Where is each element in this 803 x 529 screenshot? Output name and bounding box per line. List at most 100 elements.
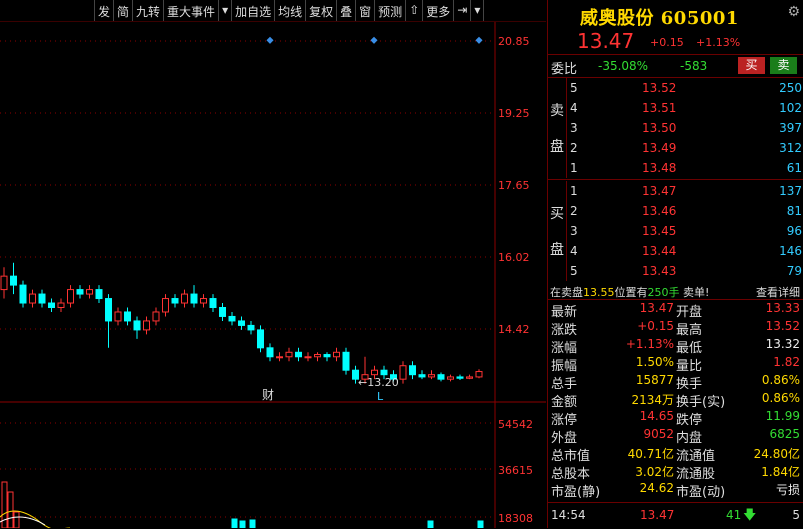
stat-value: +0.15 <box>637 319 674 333</box>
orderbook-row[interactable]: 1 13.48 61 <box>566 158 803 178</box>
note-text: 在卖盘13.55位置有250手 卖单! <box>550 284 709 300</box>
orderbook-row[interactable]: 1 13.47 137 <box>566 181 803 201</box>
volume-axis-label: 18308 <box>498 512 533 525</box>
sell-button[interactable]: 卖 <box>770 57 797 74</box>
gear-icon[interactable]: ⚙ <box>787 4 800 20</box>
candle-body <box>418 374 426 378</box>
toolbar-button-13[interactable]: ⇥ <box>454 0 472 21</box>
note-prefix: 在卖盘 <box>550 286 583 299</box>
candle-body <box>475 371 483 378</box>
candle-body <box>38 293 46 304</box>
price-axis-label: 19.25 <box>498 107 530 120</box>
volume-bar <box>477 520 484 528</box>
orderbook-volume: 79 <box>786 264 802 278</box>
candle-body <box>190 293 198 304</box>
candle-body <box>10 275 17 286</box>
candle-body <box>323 354 331 358</box>
toolbar-button-11[interactable]: ⇧ <box>406 0 424 21</box>
tick-time: 14:54 <box>551 508 586 522</box>
stats-row: 总手 15877 换手 0.86% <box>548 372 803 392</box>
stats-row: 外盘 9052 内盘 6825 <box>548 426 803 446</box>
stat-value: 0.86% <box>761 391 800 405</box>
orderbook-row[interactable]: 5 13.43 79 <box>566 261 803 281</box>
candle-body <box>371 369 378 376</box>
pan-char: 盘 <box>550 139 564 155</box>
toolbar-button-0[interactable]: 发 <box>95 0 115 21</box>
price-axis-label: 14.42 <box>498 323 530 336</box>
stats-row: 总股本 3.02亿 流通股 1.84亿 <box>548 462 803 482</box>
toolbar-button-7[interactable]: 复权 <box>306 0 338 21</box>
stat-value: 13.52 <box>765 319 800 333</box>
stats-row: 最新 13.47 开盘 13.33 <box>548 300 803 320</box>
toolbar-button-4[interactable]: ▾ <box>219 0 233 21</box>
stats-row: 市盈(静) 24.62 市盈(动) 亏损 <box>548 480 803 500</box>
toolbar-button-12[interactable]: 更多 <box>423 0 455 21</box>
price-axis-label: 16.02 <box>498 251 530 264</box>
toolbar-button-1[interactable]: 简 <box>114 0 134 21</box>
event-diamond-icon <box>370 36 378 44</box>
stats-row: 涨停 14.65 跌停 11.99 <box>548 408 803 428</box>
orderbook-volume: 250 <box>779 81 802 95</box>
orderbook-price: 13.50 <box>642 121 677 135</box>
quote-panel: 威奥股份 605001 ⚙ 13.47 +0.15 +1.13% 委比 -35.… <box>547 0 803 528</box>
toolbar-button-2[interactable]: 九转 <box>133 0 165 21</box>
orderbook-row[interactable]: 2 13.49 312 <box>566 138 803 158</box>
view-detail-link[interactable]: 查看详细 <box>756 284 800 300</box>
toolbar-button-14[interactable]: ▾ <box>471 0 485 21</box>
orderbook-level: 2 <box>570 204 578 218</box>
candle-body <box>133 320 141 331</box>
candle-body <box>48 302 55 309</box>
candle-body <box>266 347 274 358</box>
toolbar-button-10[interactable]: 预测 <box>375 0 407 21</box>
toolbar-button-3[interactable]: 重大事件 <box>164 0 220 21</box>
orderbook-level: 2 <box>570 141 578 155</box>
candle-body <box>200 298 207 304</box>
volume-axis-label: 36615 <box>498 464 533 477</box>
toolbar-button-6[interactable]: 均线 <box>275 0 307 21</box>
stat-label: 市盈(动) <box>676 485 726 500</box>
buy-button[interactable]: 买 <box>738 57 765 74</box>
volume-bar <box>427 520 434 528</box>
l-marker: L <box>377 390 384 403</box>
orderbook-row[interactable]: 2 13.46 81 <box>566 201 803 221</box>
orderbook-level: 1 <box>570 184 578 198</box>
orderbook-level: 3 <box>570 121 578 135</box>
orderbook-level: 5 <box>570 264 578 278</box>
stats-row: 涨幅 +1.13% 最低 13.32 <box>548 336 803 356</box>
last-tick-row: 14:54 13.47 41 🡇 5 <box>548 502 803 529</box>
price-axis-label: 17.65 <box>498 179 530 192</box>
weibi-pct: -35.08% <box>598 59 649 73</box>
candle-body <box>276 356 283 359</box>
orderbook-volume: 61 <box>786 161 802 175</box>
stat-value: 1.82 <box>773 355 800 369</box>
stat-value: +1.13% <box>625 337 674 351</box>
stat-value: 11.99 <box>765 409 800 423</box>
toolbar-button-5[interactable]: 加自选 <box>232 0 276 21</box>
tick-volume: 41 <box>726 508 742 522</box>
stat-value: 0.86% <box>761 373 800 387</box>
orderbook-row[interactable]: 3 13.50 397 <box>566 118 803 138</box>
candle-body <box>285 351 293 358</box>
toolbar-button-8[interactable]: 叠 <box>337 0 357 21</box>
candle-body <box>209 298 217 309</box>
stat-label: 市盈(静) <box>551 485 601 500</box>
toolbar-button-9[interactable]: 窗 <box>356 0 376 21</box>
orderbook-row[interactable]: 4 13.51 102 <box>566 98 803 118</box>
note-price: 13.55 <box>583 286 615 299</box>
candle-body <box>247 324 255 331</box>
candle-body <box>314 354 321 358</box>
candle-body <box>152 311 160 322</box>
down-arrow-icon: 🡇 <box>743 508 757 523</box>
orderbook-volume: 81 <box>786 204 802 218</box>
orderbook-row[interactable]: 5 13.52 250 <box>566 78 803 98</box>
orderbook-row[interactable]: 3 13.45 96 <box>566 221 803 241</box>
candle-body <box>380 369 388 376</box>
orderbook-row[interactable]: 4 13.44 146 <box>566 241 803 261</box>
orderbook-volume: 102 <box>779 101 802 115</box>
volume-bar <box>249 519 256 528</box>
event-diamond-icon <box>266 36 274 44</box>
volume-bar <box>7 491 14 528</box>
stat-value: 15877 <box>635 373 674 387</box>
financial-report-marker: 财 <box>262 388 274 402</box>
kline-chart[interactable]: 20.85 19.25 17.65 16.02 14.42 54542 36615 18308… <box>0 22 546 528</box>
